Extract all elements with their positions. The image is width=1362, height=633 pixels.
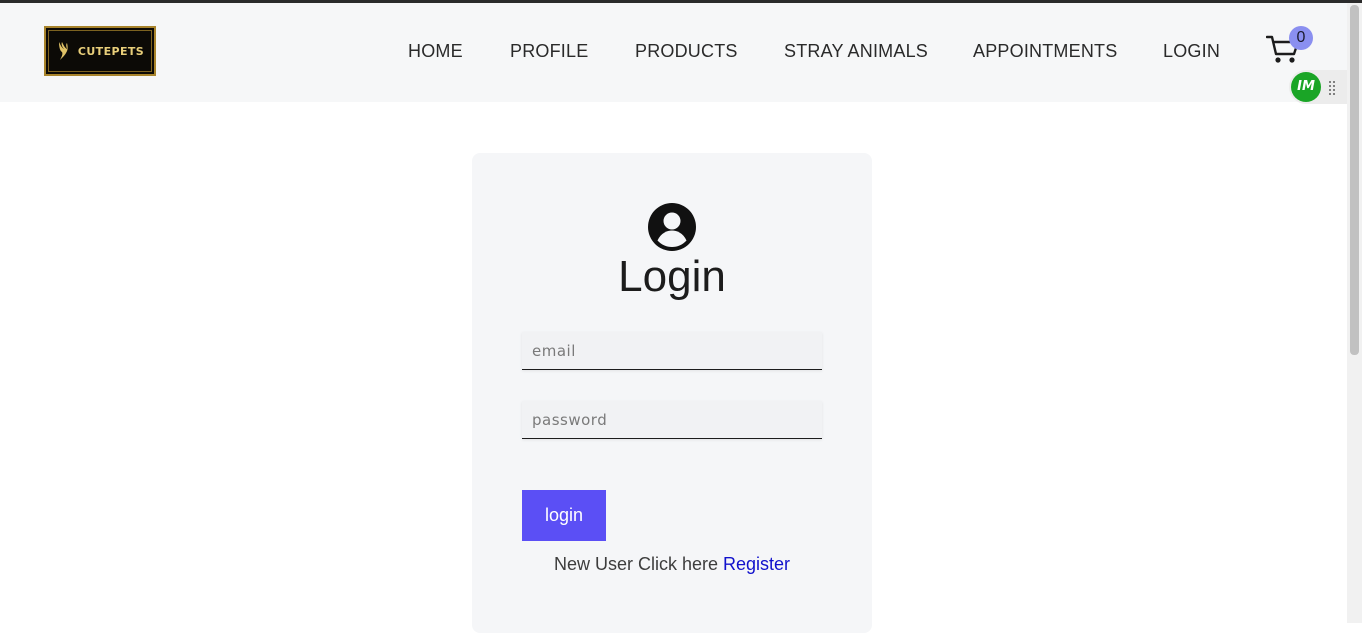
register-prompt: New User Click here Register [472, 553, 872, 575]
nav-login[interactable]: LOGIN [1163, 41, 1220, 62]
extension-widget[interactable]: IM [1289, 70, 1347, 104]
user-circle-icon [648, 203, 696, 251]
email-field[interactable] [522, 332, 822, 370]
bird-logo-icon [58, 42, 68, 60]
navbar: CUTEPETS HOME PROFILE PRODUCTS STRAY ANI… [0, 3, 1347, 102]
brand-logo[interactable]: CUTEPETS [44, 26, 156, 76]
drag-handle-icon[interactable] [1328, 80, 1336, 96]
login-button[interactable]: login [522, 490, 606, 541]
nav-home[interactable]: HOME [408, 41, 463, 62]
extension-logo-icon[interactable]: IM [1291, 72, 1321, 102]
brand-logo-text: CUTEPETS [77, 44, 145, 58]
nav-appointments[interactable]: APPOINTMENTS [973, 41, 1117, 62]
nav-stray-animals[interactable]: STRAY ANIMALS [784, 41, 928, 62]
password-field[interactable] [522, 401, 822, 439]
scrollbar-thumb[interactable] [1350, 5, 1359, 355]
register-prompt-text: New User Click here [553, 554, 718, 574]
nav-profile[interactable]: PROFILE [510, 41, 588, 62]
register-link[interactable]: Register [723, 554, 790, 574]
page-scrollbar[interactable] [1347, 3, 1362, 623]
page-title: Login [618, 252, 726, 301]
cart-count-badge: 0 [1289, 26, 1313, 50]
login-card: Login login New User Click here Register [472, 153, 872, 633]
nav-products[interactable]: PRODUCTS [635, 41, 738, 62]
